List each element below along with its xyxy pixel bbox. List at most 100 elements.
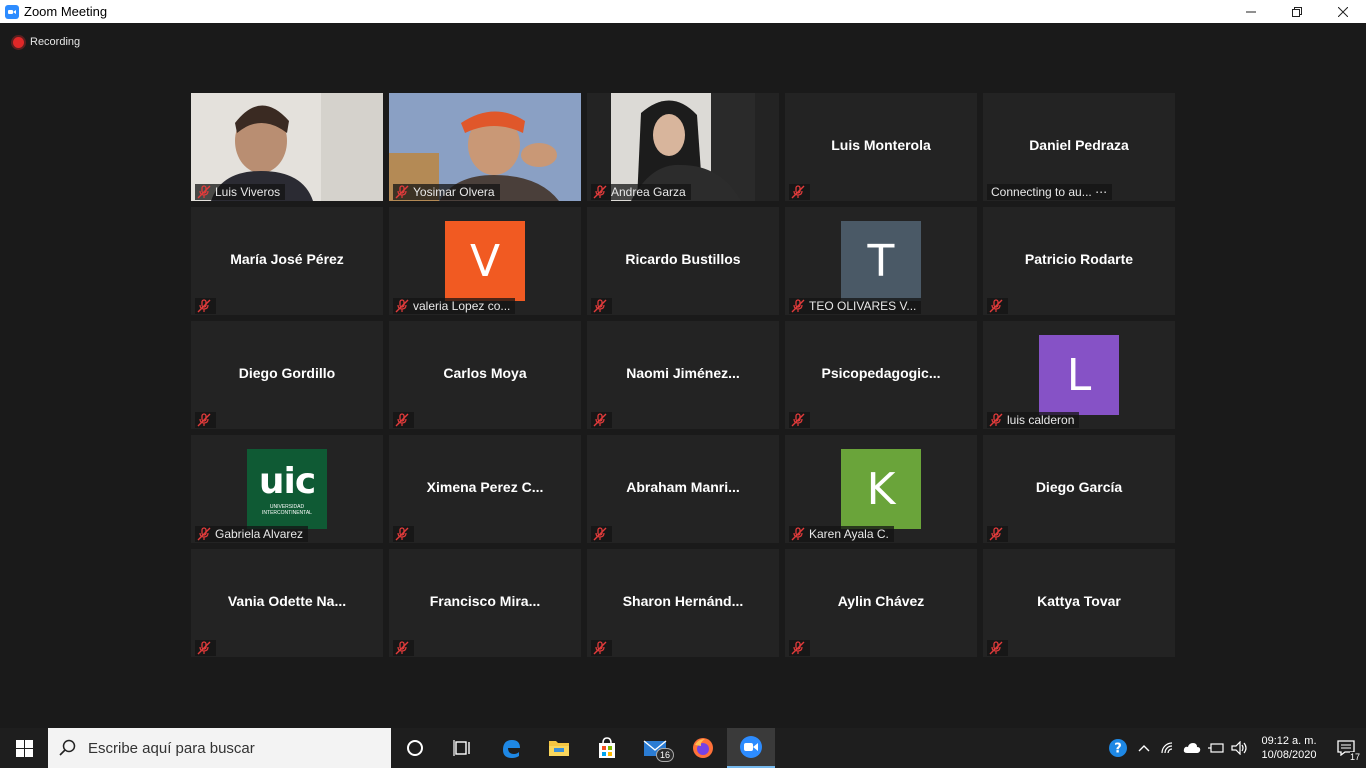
taskbar-app-store[interactable] [583, 728, 631, 768]
restore-icon [1292, 6, 1302, 17]
onedrive-tray-button[interactable] [1180, 728, 1204, 768]
participant-display-name: Abraham Manri... [626, 479, 740, 495]
taskbar-app-zoom[interactable] [727, 728, 775, 768]
participant-avatar: T [841, 221, 921, 301]
participant-tile[interactable]: Diego Gordillo [191, 321, 383, 429]
logo-subtext: UNIVERSIDAD INTERCONTINENTAL [262, 503, 312, 516]
taskbar-app-file-explorer[interactable] [535, 728, 583, 768]
minimize-button[interactable] [1228, 0, 1274, 23]
window-titlebar: Zoom Meeting [0, 0, 1366, 23]
participant-name-label: Yosimar Olvera [413, 185, 495, 199]
firefox-icon [693, 738, 713, 758]
muted-mic-icon [791, 185, 805, 199]
close-icon [1338, 6, 1348, 17]
participant-tile[interactable]: Sharon Hernánd... [587, 549, 779, 657]
participant-display-name: Patricio Rodarte [1024, 251, 1134, 267]
participant-tile[interactable]: Francisco Mira... [389, 549, 581, 657]
participant-display-name: Daniel Pedraza [1029, 137, 1129, 153]
participant-display-name: Kattya Tovar [1037, 593, 1121, 609]
participant-tile[interactable]: Diego García [983, 435, 1175, 543]
recording-label: Recording [30, 36, 81, 48]
participant-display-name: Sharon Hernánd... [622, 593, 744, 609]
taskbar-clock[interactable]: 09:12 a. m. 10/08/2020 [1252, 734, 1326, 762]
participant-tile[interactable]: Andrea Garza [587, 93, 779, 201]
close-button[interactable] [1320, 0, 1366, 23]
system-tray: ? 09:12 a. m. 10/08/2020 17 [1104, 728, 1366, 768]
muted-mic-icon [395, 185, 409, 199]
recording-indicator[interactable]: Recording [13, 36, 80, 48]
participant-tile[interactable]: Naomi Jiménez... [587, 321, 779, 429]
university-logo: UIC UNIVERSIDAD INTERCONTINENTAL [247, 449, 327, 529]
participant-display-name: María José Pérez [230, 251, 344, 267]
participant-gallery: Luis Viveros Yosimar Olvera Andrea Garza… [191, 93, 1175, 657]
taskbar-app-edge[interactable] [487, 728, 535, 768]
muted-mic-icon [989, 641, 1003, 655]
muted-mic-icon [989, 413, 1003, 427]
participant-tile[interactable]: Psicopedagogic... [785, 321, 977, 429]
action-center-button[interactable]: 17 [1326, 728, 1366, 768]
participant-name-label: Gabriela Alvarez [215, 527, 304, 541]
participant-display-name: Carlos Moya [443, 365, 527, 381]
meeting-area: Recording Luis Viveros Yosimar Olvera An… [0, 23, 1366, 728]
participant-tile[interactable]: T TEO OLIVARES V... [785, 207, 977, 315]
muted-mic-icon [395, 299, 409, 313]
participant-tile[interactable]: L luis calderon [983, 321, 1175, 429]
participant-tile[interactable]: Aylin Chávez [785, 549, 977, 657]
muted-mic-icon [593, 527, 607, 541]
participant-tile[interactable]: María José Pérez [191, 207, 383, 315]
taskbar-app-firefox[interactable] [679, 728, 727, 768]
participant-tile[interactable]: Vania Odette Na... [191, 549, 383, 657]
participant-tile[interactable]: Yosimar Olvera [389, 93, 581, 201]
participant-tile[interactable]: V valeria Lopez co... [389, 207, 581, 315]
store-bag-icon [599, 737, 615, 758]
taskbar-search[interactable] [48, 728, 391, 768]
muted-mic-icon [989, 299, 1003, 313]
participant-tile[interactable]: Abraham Manri... [587, 435, 779, 543]
participant-display-name: Diego Gordillo [238, 365, 336, 381]
power-tray-button[interactable] [1204, 728, 1228, 768]
muted-mic-icon [593, 299, 607, 313]
participant-tile[interactable]: K Karen Ayala C. [785, 435, 977, 543]
participant-display-name: Ximena Perez C... [426, 479, 544, 495]
cortana-button[interactable] [391, 728, 439, 768]
participant-tile[interactable]: Luis Viveros [191, 93, 383, 201]
zoom-app-icon [740, 736, 762, 758]
muted-mic-icon [593, 641, 607, 655]
participant-tile[interactable]: Ricardo Bustillos [587, 207, 779, 315]
search-icon [48, 728, 88, 768]
participant-name-label: Andrea Garza [611, 185, 686, 199]
window-title: Zoom Meeting [24, 4, 108, 19]
participant-display-name: Aylin Chávez [837, 593, 925, 609]
participant-display-name: Diego García [1035, 479, 1123, 495]
restore-button[interactable] [1274, 0, 1320, 23]
edge-browser-icon [503, 740, 520, 758]
participant-tile[interactable]: UIC UNIVERSIDAD INTERCONTINENTAL Gabriel… [191, 435, 383, 543]
show-hidden-icons-button[interactable] [1132, 728, 1156, 768]
help-tray-button[interactable]: ? [1104, 728, 1132, 768]
taskbar-app-mail[interactable]: 16 [631, 728, 679, 768]
muted-mic-icon [197, 413, 211, 427]
search-input[interactable] [88, 739, 378, 757]
task-view-button[interactable] [439, 728, 487, 768]
volume-tray-button[interactable] [1228, 728, 1252, 768]
muted-mic-icon [197, 641, 211, 655]
participant-name-label: Luis Viveros [215, 185, 281, 199]
participant-name-label: luis calderon [1007, 413, 1075, 427]
participant-tile[interactable]: Luis Monterola [785, 93, 977, 201]
start-button[interactable] [0, 728, 48, 768]
participant-tile[interactable]: Carlos Moya [389, 321, 581, 429]
connecting-audio-label: Connecting to au... ⋯ [991, 185, 1108, 199]
participant-avatar: K [841, 449, 921, 529]
network-tray-button[interactable] [1156, 728, 1180, 768]
participant-tile[interactable]: Daniel Pedraza Connecting to au... ⋯ [983, 93, 1175, 201]
muted-mic-icon [593, 185, 607, 199]
participant-display-name: Ricardo Bustillos [625, 251, 741, 267]
participant-tile[interactable]: Patricio Rodarte [983, 207, 1175, 315]
clock-time: 09:12 a. m. [1261, 735, 1317, 747]
muted-mic-icon [197, 527, 211, 541]
participant-name-label: valeria Lopez co... [413, 299, 511, 313]
participant-display-name: Naomi Jiménez... [626, 365, 740, 381]
participant-tile[interactable]: Ximena Perez C... [389, 435, 581, 543]
participant-tile[interactable]: Kattya Tovar [983, 549, 1175, 657]
muted-mic-icon [791, 299, 805, 313]
